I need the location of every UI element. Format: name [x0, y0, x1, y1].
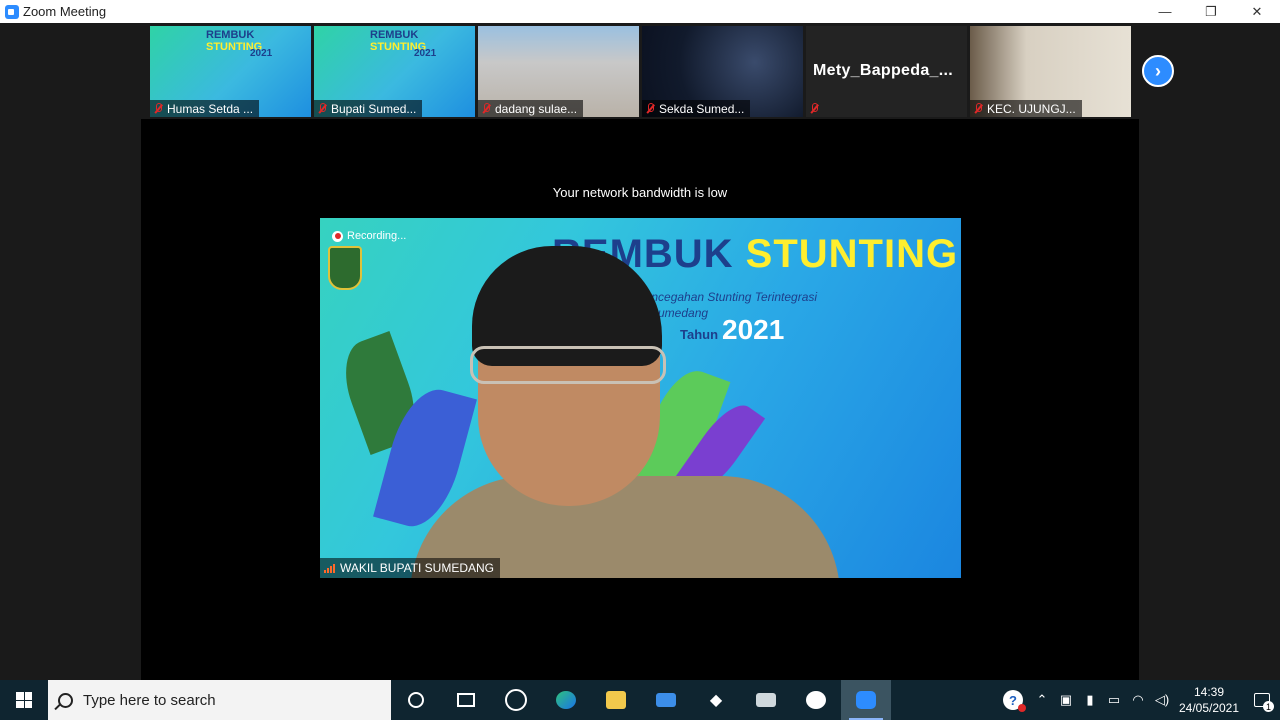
window-titlebar: Zoom Meeting — ❐ ✕ — [0, 0, 1280, 23]
participant-thumbnail[interactable]: Mety_Bappeda_... — [806, 26, 967, 117]
participant-thumbnail[interactable]: REMBUK STUNTING 2021 Bupati Sumed... — [314, 26, 475, 117]
participant-name: Humas Setda ... — [167, 101, 254, 116]
battery-icon[interactable]: ▭ — [1102, 680, 1126, 720]
next-page-button[interactable]: › — [1142, 55, 1174, 87]
system-clock[interactable]: 14:39 24/05/2021 — [1174, 684, 1244, 716]
mail-icon[interactable] — [641, 680, 691, 720]
restore-button[interactable]: ❐ — [1188, 0, 1234, 23]
participant-label: KEC. UJUNGJ... — [970, 100, 1082, 117]
banner-title-part: REMBUK — [206, 29, 255, 41]
task-view-icon[interactable] — [441, 680, 491, 720]
taskbar-apps: ◆ — [391, 680, 891, 720]
zoom-outline-icon[interactable] — [491, 680, 541, 720]
zoom-icon[interactable] — [841, 680, 891, 720]
thumbnail-banner-year: 2021 — [250, 48, 273, 59]
speaker-glasses — [470, 346, 666, 384]
recording-icon — [332, 230, 343, 242]
participant-label: Sekda Sumed... — [642, 100, 751, 117]
file-explorer-icon[interactable] — [591, 680, 641, 720]
participant-thumbnail[interactable]: Sekda Sumed... — [642, 26, 803, 117]
clock-date: 24/05/2021 — [1178, 701, 1240, 715]
recording-label: Recording... — [347, 230, 407, 242]
zoom-app-icon — [5, 4, 19, 19]
participant-name: KEC. UJUNGJ... — [987, 101, 1076, 116]
mic-muted-icon — [481, 103, 491, 114]
system-tray: ? ⌃ ▣ ▮ ▭ ◠ ◁) 14:39 24/05/2021 1 — [996, 680, 1280, 720]
participant-name: dadang sulae... — [495, 101, 578, 116]
whatsapp-icon[interactable] — [791, 680, 841, 720]
participant-name: Sekda Sumed... — [659, 101, 745, 116]
mic-muted-icon — [973, 103, 983, 114]
edge-icon[interactable] — [541, 680, 591, 720]
windows-logo-icon — [16, 692, 32, 708]
taskbar-search[interactable] — [48, 680, 391, 720]
participant-label — [806, 100, 829, 117]
participant-label: dadang sulae... — [478, 100, 584, 117]
close-button[interactable]: ✕ — [1234, 0, 1280, 23]
banner-title-part: REMBUK — [370, 29, 419, 41]
camera-icon[interactable] — [741, 680, 791, 720]
participant-thumbnail[interactable]: dadang sulae... — [478, 26, 639, 117]
notification-count: 1 — [1263, 701, 1274, 712]
mic-muted-icon — [153, 103, 163, 114]
participant-name: Bupati Sumed... — [331, 101, 417, 116]
start-button[interactable] — [0, 680, 48, 720]
volume-icon[interactable]: ◁) — [1150, 680, 1174, 720]
mic-muted-icon — [809, 103, 819, 114]
meet-now-icon[interactable]: ▣ — [1054, 680, 1078, 720]
minimize-button[interactable]: — — [1142, 0, 1188, 23]
speaker-label: WAKIL BUPATI SUMEDANG — [320, 558, 501, 578]
cortana-icon[interactable] — [391, 680, 441, 720]
participant-thumbnail[interactable]: REMBUK STUNTING 2021 Humas Setda ... — [150, 26, 311, 117]
meeting-area: REMBUK STUNTING 2021 Humas Setda ... REM… — [0, 23, 1280, 680]
help-badge: ? — [1003, 690, 1026, 712]
search-input[interactable] — [83, 691, 363, 709]
participant-strip: REMBUK STUNTING 2021 Humas Setda ... REM… — [150, 26, 1131, 117]
search-icon — [58, 692, 73, 708]
signal-strength-icon — [324, 563, 335, 573]
network-warning: Your network bandwidth is low — [552, 185, 728, 200]
thumbnail-banner-year: 2021 — [414, 48, 437, 59]
recording-indicator: Recording... — [332, 230, 406, 242]
active-speaker-video[interactable]: Recording... REMBUK STUNTING an Pencegah… — [320, 218, 961, 578]
wifi-icon[interactable]: ◠ — [1126, 680, 1150, 720]
clock-time: 14:39 — [1193, 685, 1225, 699]
dropbox-icon[interactable]: ◆ — [691, 680, 741, 720]
speaker-name: WAKIL BUPATI SUMEDANG — [340, 561, 495, 575]
mic-muted-icon — [317, 103, 327, 114]
participant-label: Humas Setda ... — [150, 100, 260, 117]
mic-muted-icon — [645, 103, 655, 114]
participant-thumbnail[interactable]: KEC. UJUNGJ... — [970, 26, 1131, 117]
chevron-up-icon[interactable]: ⌃ — [1030, 680, 1054, 720]
window-controls: — ❐ ✕ — [1142, 0, 1280, 23]
windows-taskbar: ◆ ? ⌃ ▣ ▮ ▭ ◠ ◁) 14:39 24/05/2021 1 — [0, 680, 1280, 720]
help-notification-icon[interactable]: ? — [996, 680, 1030, 720]
active-speaker-stage: Your network bandwidth is low Recording.… — [141, 119, 1139, 680]
action-center-button[interactable]: 1 — [1244, 680, 1280, 720]
speaker-figure — [410, 246, 840, 578]
participant-big-name: Mety_Bappeda_... — [813, 62, 953, 79]
participant-label: Bupati Sumed... — [314, 100, 423, 117]
window-title: Zoom Meeting — [23, 4, 107, 19]
pen-icon[interactable]: ▮ — [1078, 680, 1102, 720]
regency-crest-logo — [328, 246, 362, 290]
